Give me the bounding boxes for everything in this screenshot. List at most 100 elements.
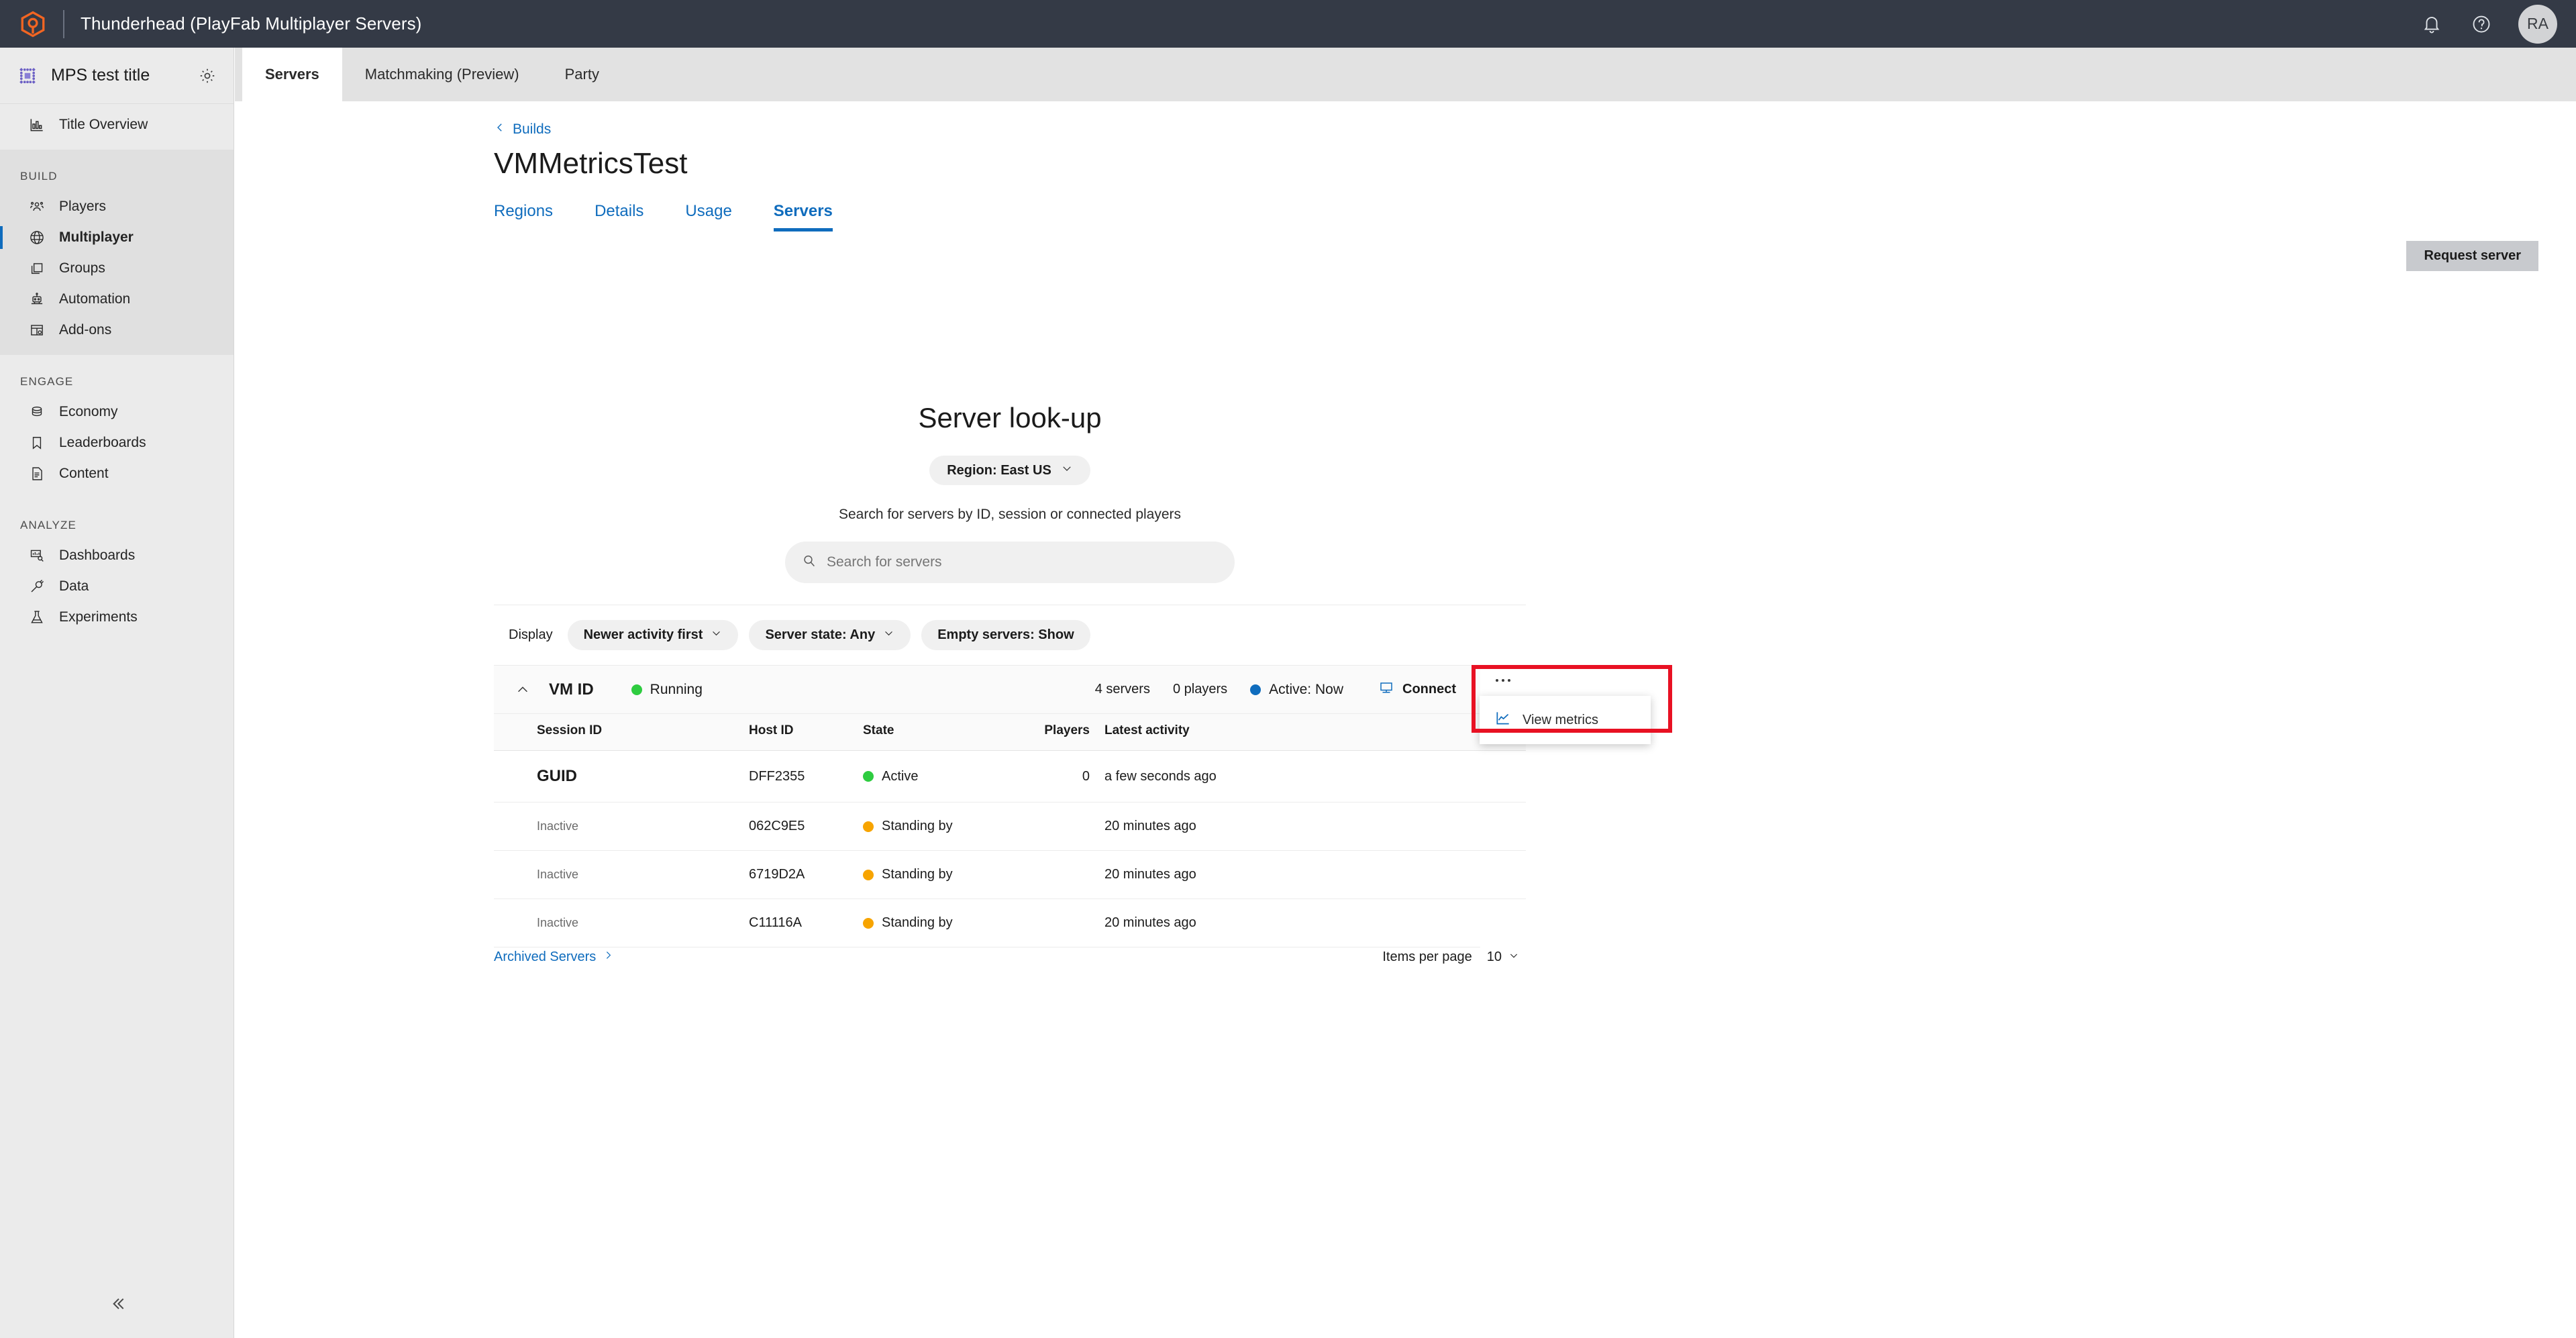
sidebar-item-data[interactable]: Data [0,571,234,602]
bookmark-icon [27,433,47,453]
tab-party[interactable]: Party [542,48,622,101]
display-label: Display [509,627,553,642]
region-selector[interactable]: Region: East US [929,456,1090,485]
server-state-label: Server state: Any [765,627,876,642]
tab-matchmaking[interactable]: Matchmaking (Preview) [342,48,542,101]
sidebar-item-label: Dashboards [59,548,136,563]
table-row[interactable]: Inactive 6719D2A Standing by 20 minutes ago [494,850,1526,899]
gear-icon[interactable] [196,64,219,87]
sidebar-item-dashboards[interactable]: Dashboards [0,540,234,571]
sidebar-collapse-button[interactable] [0,1293,234,1318]
cell-state: Standing by [863,802,1017,851]
session-id-value: Inactive [537,916,579,929]
status-dot-icon [863,869,874,880]
line-chart-icon [1494,709,1512,731]
vm-context-menu: View metrics [1480,696,1651,744]
archived-servers-link[interactable]: Archived Servers [494,949,614,965]
vm-active-status: Active: Now [1250,682,1343,698]
vm-active-label: Active: Now [1269,681,1343,697]
empty-servers-filter[interactable]: Empty servers: Show [921,620,1090,650]
state-label: Active [882,768,919,784]
sidebar-item-label: Data [59,578,89,594]
top-tab-bar: Servers Matchmaking (Preview) Party [235,48,2576,101]
sidebar-item-players[interactable]: Players [0,191,234,222]
table-row[interactable]: Inactive 062C9E5 Standing by 20 minutes ago [494,802,1526,851]
subtab-details[interactable]: Details [595,198,643,231]
state-badge: Standing by [863,819,1017,834]
menu-item-view-metrics[interactable]: View metrics [1480,701,1651,739]
menu-item-label: View metrics [1523,712,1598,727]
search-box[interactable] [785,542,1235,583]
sort-order-filter[interactable]: Newer activity first [567,620,739,650]
sidebar-item-economy[interactable]: Economy [0,397,234,427]
state-label: Standing by [882,819,953,833]
connect-button[interactable]: Connect [1378,680,1456,700]
cell-players [1017,850,1104,899]
layers-icon [27,258,47,278]
sidebar-item-groups[interactable]: Groups [0,253,234,284]
items-per-page-select[interactable]: 10 [1480,945,1526,969]
cell-latest-activity: 20 minutes ago [1104,850,1526,899]
chevron-down-icon [1061,462,1073,478]
double-chevron-left-icon [107,1293,128,1318]
items-per-page: Items per page 10 [1382,945,1526,969]
title-grid-icon [16,64,39,87]
sidebar-title: MPS test title [51,66,150,85]
subtab-usage[interactable]: Usage [685,198,731,231]
globe-icon [27,227,47,248]
table-row[interactable]: GUID DFF2355 Active 0 a few seconds ago [494,750,1526,803]
sidebar-item-add-ons[interactable]: Add-ons [0,315,234,346]
servers-table: Session ID Host ID State Players Latest … [494,714,1526,947]
state-label: Standing by [882,867,953,882]
flask-icon [27,607,47,627]
sidebar-item-automation[interactable]: Automation [0,284,234,315]
active-dot-icon [1250,684,1261,695]
status-dot-icon [863,917,874,929]
avatar[interactable]: RA [2518,4,2557,44]
display-filter-row: Display Newer activity first Server stat… [494,605,1526,666]
sidebar-item-content[interactable]: Content [0,458,234,489]
sidebar-item-label: Leaderboards [59,435,146,450]
search-input[interactable] [827,554,1219,570]
subtab-regions[interactable]: Regions [494,198,553,231]
breadcrumb[interactable]: Builds [494,121,551,138]
server-lookup-section: Server look-up Region: East US Search fo… [494,371,1526,605]
empty-servers-label: Empty servers: Show [937,627,1074,642]
sidebar-item-label: Content [59,466,109,481]
chevron-right-icon [603,949,614,965]
subtab-servers[interactable]: Servers [773,198,833,231]
cell-host-id: 6719D2A [749,850,863,899]
product-title: Thunderhead (PlayFab Multiplayer Servers… [81,13,422,34]
request-server-button[interactable]: Request server [2406,241,2538,271]
column-state: State [863,714,1017,751]
table-body: GUID DFF2355 Active 0 a few seconds ago Inact… [494,750,1526,947]
sidebar-item-label: Economy [59,404,118,419]
document-icon [27,464,47,484]
robot-icon [27,289,47,309]
tab-servers[interactable]: Servers [242,48,342,101]
help-circle-icon[interactable] [2457,0,2506,48]
sidebar-item-label: Experiments [59,609,138,625]
server-state-filter[interactable]: Server state: Any [749,620,911,650]
status-dot-icon [863,821,874,832]
items-per-page-value: 10 [1486,949,1502,964]
sidebar-group-analyze: ANALYZE Dashboards Data Experiments [0,499,234,642]
sidebar-item-title-overview[interactable]: Title Overview [0,109,234,140]
vm-collapse-toggle[interactable] [511,682,534,697]
column-host-id: Host ID [749,714,863,751]
sidebar-item-leaderboards[interactable]: Leaderboards [0,427,234,458]
sidebar-item-experiments[interactable]: Experiments [0,602,234,633]
playfab-logo-icon[interactable] [17,9,48,40]
sidebar-item-label: Players [59,199,107,214]
status-dot-icon [863,771,874,782]
cell-players [1017,802,1104,851]
region-label: Region: East US [947,462,1051,478]
column-session-id: Session ID [494,714,749,751]
breadcrumb-label: Builds [513,121,552,137]
cell-session-id: Inactive [494,802,749,851]
cell-host-id: 062C9E5 [749,802,863,851]
sidebar-item-multiplayer[interactable]: Multiplayer [0,222,234,253]
bell-icon[interactable] [2407,0,2457,48]
sidebar-item-label: Title Overview [59,117,148,132]
cell-session-id: GUID [494,750,749,803]
